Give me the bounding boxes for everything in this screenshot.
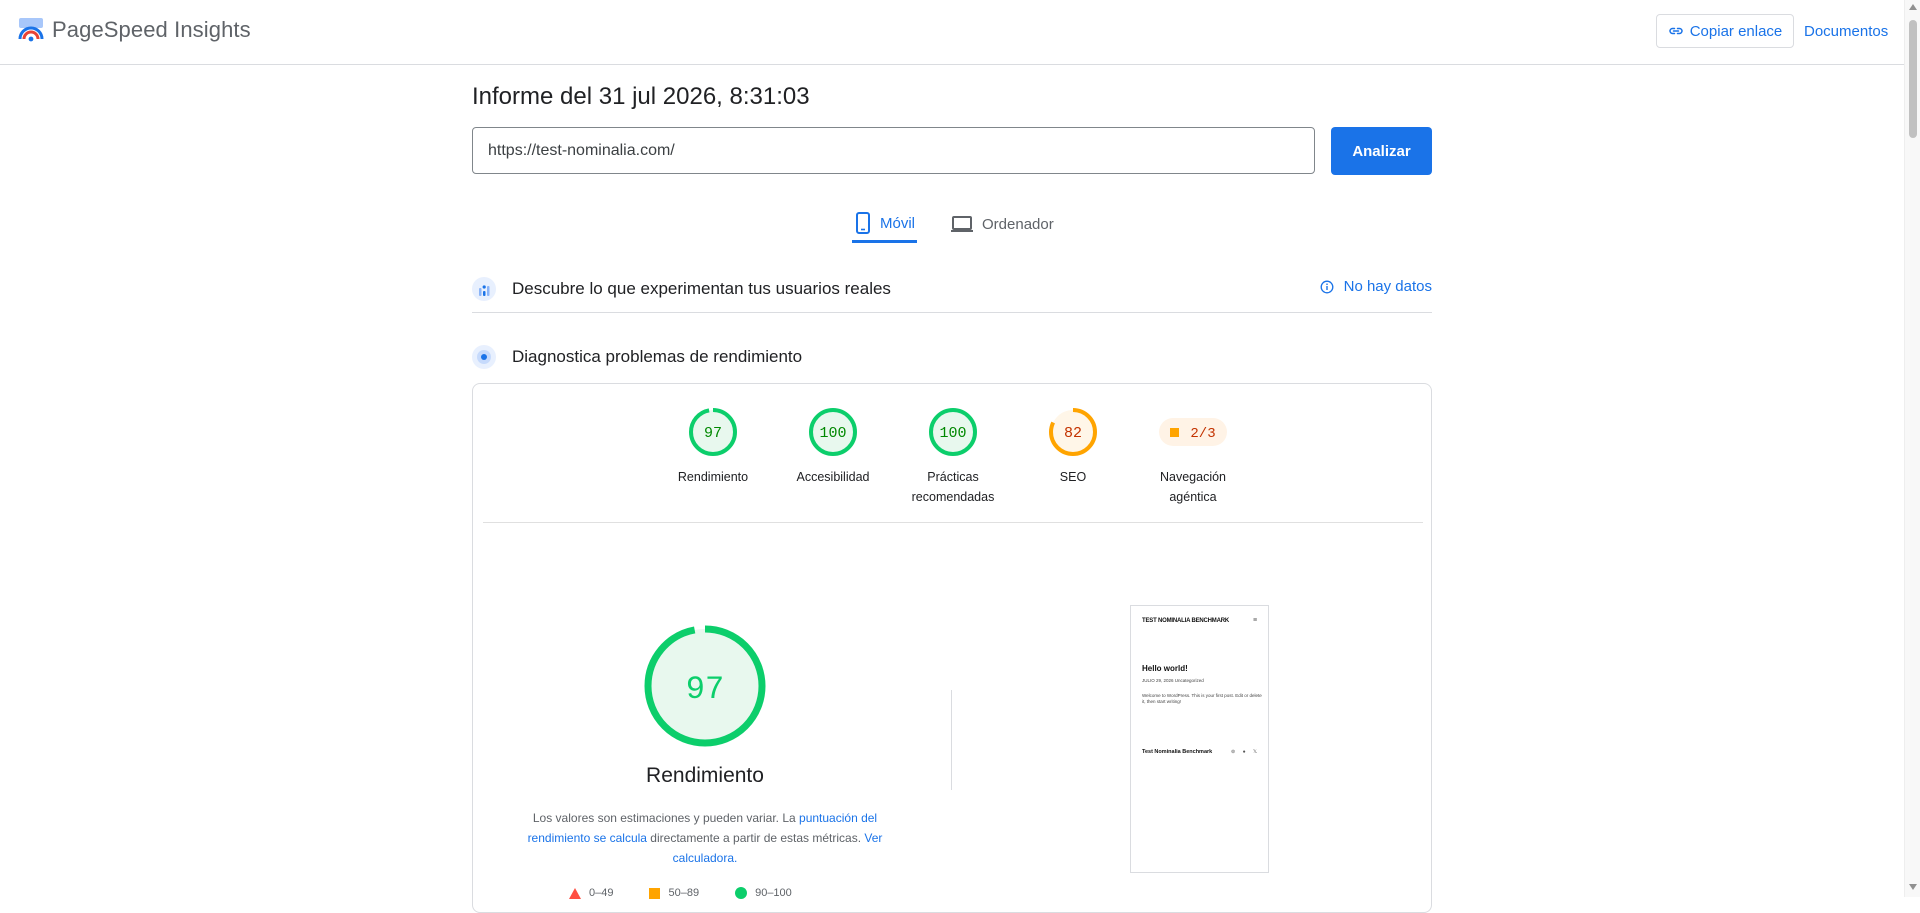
laptop-icon	[951, 216, 973, 232]
thumb-social-icons: ⊚ ● 𝕏	[1231, 749, 1261, 755]
gauge-best-practices[interactable]: 100 Prácticas recomendadas	[898, 406, 1008, 507]
gauge-seo[interactable]: 82 SEO	[1018, 406, 1128, 487]
no-data-label: No hay datos	[1343, 278, 1432, 295]
users-chart-icon	[472, 277, 496, 301]
gauge-seo-score: 82	[1064, 425, 1082, 442]
brand[interactable]: PageSpeed Insights	[18, 17, 251, 43]
app-title: PageSpeed Insights	[52, 17, 251, 42]
gauge-performance-label: Rendimiento	[677, 470, 749, 484]
gauge-agentic-navigation-label: Navegación agéntica	[1159, 470, 1226, 504]
lighthouse-report-card: 97 Rendimiento 100 Accesibilidad 100 Prá…	[472, 383, 1432, 913]
performance-description: Los valores son estimaciones y pueden va…	[527, 811, 883, 865]
field-data-title: Descubre lo que experimentan tus usuario…	[512, 279, 891, 298]
thumb-site-title: TEST NOMINALIA BENCHMARK	[1142, 618, 1229, 624]
docs-link[interactable]: Documentos	[1804, 23, 1888, 40]
gauge-accessibility[interactable]: 100 Accesibilidad	[778, 406, 888, 487]
circle-icon	[735, 887, 748, 899]
page-scrollbar[interactable]	[1904, 0, 1920, 897]
gauge-best-practices-score: 100	[939, 425, 966, 442]
analyze-button[interactable]: Analizar	[1331, 127, 1432, 175]
thumb-menu-icon: ≡	[1253, 617, 1258, 624]
category-gauges: 97 Rendimiento 100 Accesibilidad 100 Prá…	[473, 406, 1431, 526]
gauge-best-practices-label: Prácticas recomendadas	[911, 470, 995, 504]
tab-desktop-label: Ordenador	[982, 215, 1054, 233]
info-icon	[1320, 280, 1334, 293]
tab-mobile-label: Móvil	[880, 214, 916, 232]
thumb-post-title: Hello world!	[1142, 664, 1188, 673]
copy-link-label: Copiar enlace	[1689, 22, 1783, 40]
no-data-link[interactable]: No hay datos	[1320, 278, 1432, 295]
scroll-thumb[interactable]	[1909, 20, 1917, 138]
smartphone-icon	[856, 212, 870, 234]
performance-big-score: 97	[686, 671, 724, 708]
top-bar: PageSpeed Insights Copiar enlace Documen…	[0, 0, 1904, 65]
gauge-accessibility-score: 100	[819, 425, 846, 442]
gauge-accessibility-ring: 100	[809, 408, 857, 456]
gauge-seo-label: SEO	[1059, 470, 1087, 484]
copy-link-button[interactable]: Copiar enlace	[1656, 14, 1794, 48]
gauge-best-practices-ring: 100	[929, 408, 977, 456]
tab-mobile[interactable]: Móvil	[852, 206, 918, 243]
scroll-down-arrow-icon[interactable]	[1909, 884, 1917, 890]
diagnose-icon	[472, 345, 496, 369]
tab-desktop[interactable]: Ordenador	[950, 206, 1054, 242]
url-input[interactable]	[472, 127, 1315, 174]
scroll-up-arrow-icon[interactable]	[1909, 4, 1917, 10]
thumb-post-meta: JULIO 29, 2026 Uncategorized	[1142, 678, 1204, 683]
agentic-navigation-badge: 2/3	[1159, 418, 1227, 446]
page-screenshot-thumbnail[interactable]: TEST NOMINALIA BENCHMARK ≡ Hello world! …	[1130, 605, 1269, 873]
vertical-separator	[951, 690, 952, 790]
legend-average: 50–89	[649, 887, 699, 899]
card-divider	[483, 522, 1423, 523]
gauge-agentic-navigation[interactable]: 2/3 Navegación agéntica	[1138, 406, 1248, 507]
gauge-accessibility-label: Accesibilidad	[796, 470, 870, 484]
report-title: Informe del 31 jul 2026, 8:31:03	[472, 83, 810, 110]
legend-pass: 90–100	[735, 887, 792, 899]
score-legend: 0–49 50–89 90–100	[569, 887, 792, 899]
diagnose-title: Diagnostica problemas de rendimiento	[512, 347, 803, 366]
diagnose-section: Diagnostica problemas de rendimiento	[472, 340, 1432, 374]
agentic-navigation-score: 2/3	[1190, 426, 1215, 442]
gauge-performance[interactable]: 97 Rendimiento	[658, 406, 768, 487]
link-icon	[1668, 27, 1683, 35]
gauge-performance-ring: 97	[689, 408, 737, 456]
performance-big-gauge: 97	[644, 625, 766, 747]
thumb-footer-title: Test Nominalia Benchmark	[1142, 749, 1213, 755]
field-data-section: Descubre lo que experimentan tus usuario…	[472, 266, 1432, 313]
legend-fail: 0–49	[569, 887, 613, 899]
pagespeed-logo-icon	[18, 18, 44, 42]
performance-big-label: Rendimiento	[646, 764, 764, 787]
gauge-seo-ring: 82	[1049, 408, 1097, 456]
gauge-performance-score: 97	[704, 425, 722, 442]
thumb-post-body: Welcome to WordPress. This is your first…	[1142, 693, 1262, 704]
